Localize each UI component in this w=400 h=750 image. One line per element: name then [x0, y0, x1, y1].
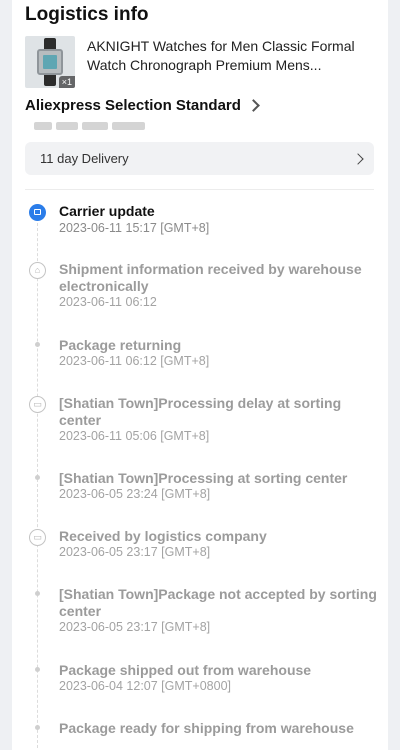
event-title: [Shatian Town]Processing at sorting cent…	[59, 470, 348, 486]
event-title: Carrier update	[59, 203, 155, 219]
timeline-dot	[35, 725, 40, 730]
redacted-tracking-number	[34, 119, 146, 133]
truck-icon: ▭	[29, 529, 46, 546]
timeline-dot	[35, 475, 40, 480]
event-time: 2023-06-04 12:07 [GMT+0800]	[59, 679, 231, 693]
truck-icon: ▭	[29, 396, 46, 413]
event-time: 2023-06-05 23:17 [GMT+8]	[59, 620, 211, 634]
event-time: 2023-06-05 23:17 [GMT+8]	[59, 545, 211, 559]
event-title: Received by logistics company	[59, 528, 267, 544]
event-title: Package shipped out from warehouse	[59, 662, 312, 678]
event-title: [Shatian Town]Package not accepted by so…	[59, 586, 377, 619]
divider	[25, 189, 374, 190]
shipping-method-link[interactable]: Aliexpress Selection Standard	[25, 97, 260, 114]
product-name[interactable]: AKNIGHT Watches for Men Classic Formal W…	[87, 36, 372, 88]
logistics-page: Logistics info ×1 AKNIGHT Watches for Me…	[12, 0, 388, 750]
page-title: Logistics info	[25, 4, 149, 25]
timeline-dot	[35, 591, 40, 596]
event-title: Package returning	[59, 337, 182, 353]
watch-face-shape	[43, 55, 57, 69]
product-thumbnail[interactable]: ×1	[25, 36, 75, 88]
event-time: 2023-06-05 23:24 [GMT+8]	[59, 487, 211, 501]
delivery-estimate-row[interactable]: 11 day Delivery	[25, 142, 374, 175]
event-title: Shipment information received by warehou…	[59, 261, 362, 294]
event-time: 2023-06-11 15:17 [GMT+8]	[59, 221, 210, 235]
delivery-estimate-label: 11 day Delivery	[40, 151, 129, 166]
timeline-dot	[35, 667, 40, 672]
quantity-badge: ×1	[58, 76, 75, 88]
event-title: Package ready for shipping from warehous…	[59, 720, 354, 736]
event-time: 2023-06-11 05:06 [GMT+8]	[59, 429, 210, 443]
document-icon	[29, 204, 46, 221]
watch-image-icon	[37, 49, 63, 75]
timeline-dot	[35, 342, 40, 347]
shipping-method-label: Aliexpress Selection Standard	[25, 97, 241, 114]
event-time: 2023-06-11 06:12 [GMT+8]	[59, 354, 210, 368]
chevron-right-icon	[352, 152, 364, 165]
event-title: [Shatian Town]Processing delay at sortin…	[59, 395, 342, 428]
chevron-right-icon	[247, 99, 260, 112]
product-summary[interactable]: ×1 AKNIGHT Watches for Men Classic Forma…	[25, 36, 375, 88]
warehouse-icon: ⌂	[29, 262, 46, 279]
event-time: 2023-06-11 06:12	[59, 295, 157, 309]
